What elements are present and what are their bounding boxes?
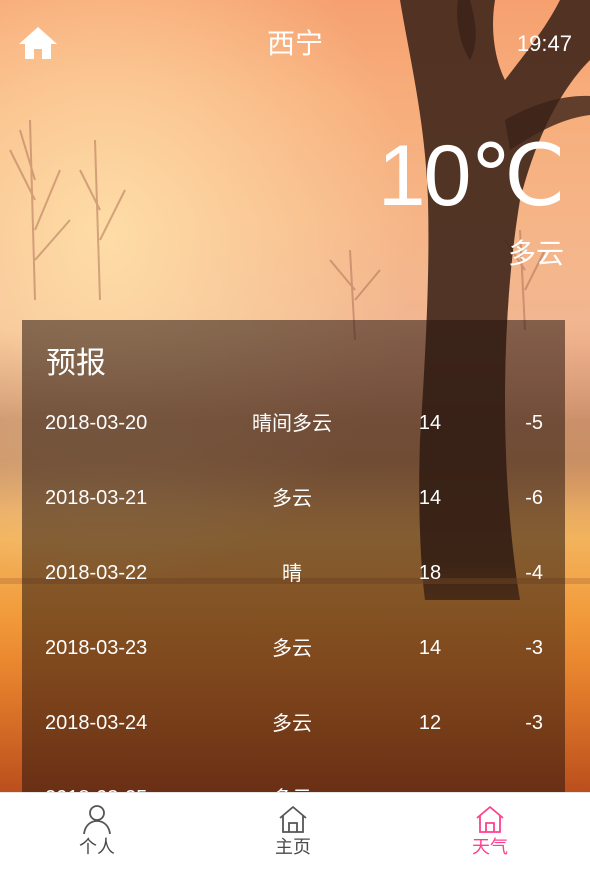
forecast-list[interactable]: 2018-03-20 晴间多云 14 -5 2018-03-21 多云 14 -…	[22, 385, 565, 792]
forecast-row: 2018-03-22 晴 18 -4	[22, 535, 565, 610]
forecast-high: 14	[418, 412, 442, 434]
forecast-condition: 多云	[272, 636, 312, 660]
house-icon	[475, 804, 505, 834]
clock-time: 19:47	[516, 31, 572, 56]
forecast-date: 2018-03-22	[45, 562, 148, 584]
forecast-date: 2018-03-23	[45, 637, 148, 659]
forecast-date: 2018-03-24	[45, 712, 148, 734]
tab-personal[interactable]: 个人	[37, 793, 157, 873]
tab-weather-label: 天气	[472, 837, 508, 858]
forecast-date: 2018-03-21	[45, 487, 148, 509]
forecast-date: 2018-03-20	[45, 412, 148, 434]
tab-weather[interactable]: 天气	[430, 793, 550, 873]
forecast-condition: 晴	[282, 561, 302, 585]
tab-home-label: 主页	[275, 837, 311, 858]
forecast-title: 预报	[46, 346, 106, 381]
city-title: 西宁	[0, 27, 590, 61]
forecast-row: 2018-03-25 多云	[22, 760, 565, 792]
person-icon	[82, 804, 112, 835]
forecast-date: 2018-03-25	[45, 785, 147, 792]
bottom-tab-bar: 个人 主页 天气	[0, 792, 590, 873]
house-icon	[278, 804, 308, 834]
current-temperature: 10℃	[377, 128, 566, 224]
forecast-high: 14	[418, 637, 442, 659]
forecast-low: -4	[525, 562, 543, 584]
forecast-row: 2018-03-20 晴间多云 14 -5	[22, 385, 565, 460]
forecast-condition: 多云	[272, 711, 312, 735]
city-name: 西宁	[266, 27, 323, 60]
forecast-high: 14	[418, 487, 442, 509]
home-icon[interactable]	[18, 26, 58, 60]
forecast-high: 18	[418, 562, 442, 584]
tab-home[interactable]: 主页	[233, 793, 353, 873]
forecast-low: -3	[525, 712, 543, 734]
forecast-low: -3	[525, 637, 543, 659]
header: 西宁 19:47	[0, 0, 590, 90]
forecast-row: 2018-03-23 多云 14 -3	[22, 610, 565, 685]
forecast-low: -6	[525, 487, 543, 509]
forecast-row: 2018-03-21 多云 14 -6	[22, 460, 565, 535]
forecast-high: 12	[418, 712, 442, 734]
forecast-low: -5	[525, 412, 543, 434]
forecast-condition: 多云	[272, 486, 312, 510]
forecast-row: 2018-03-24 多云 12 -3	[22, 685, 565, 760]
forecast-condition: 多云	[242, 785, 342, 792]
current-condition: 多云	[507, 237, 564, 270]
tab-personal-label: 个人	[79, 837, 115, 858]
forecast-condition: 晴间多云	[252, 411, 332, 435]
forecast-panel[interactable]: 预报 2018-03-20 晴间多云 14 -5 2018-03-21 多云 1…	[22, 320, 565, 792]
